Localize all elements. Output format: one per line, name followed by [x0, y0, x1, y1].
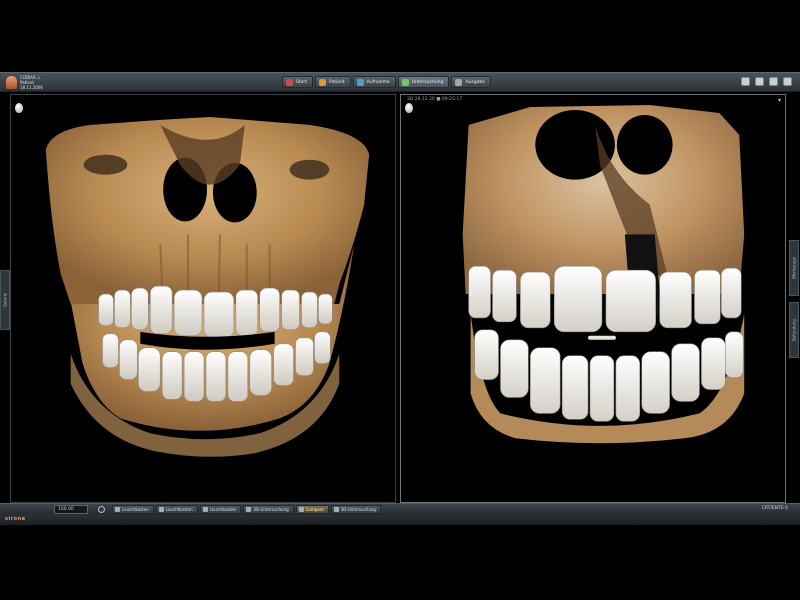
viewport-caption: 3D 26.12.20 ■ 09:25:17 [407, 97, 463, 102]
zoom-field[interactable]: 100.00 [54, 505, 88, 514]
print-icon[interactable] [755, 77, 764, 86]
patient-avatar [6, 76, 17, 89]
orientation-icon[interactable] [405, 103, 413, 113]
examine-icon [401, 78, 409, 86]
task-3d-untersuchung-1[interactable]: 3D-Untersuchung [243, 505, 294, 514]
patient-icon [319, 78, 326, 86]
output-icon [455, 78, 463, 86]
volume-icon [333, 507, 339, 512]
brand-logo: sirona [5, 516, 26, 522]
footer-strip: sirona [0, 515, 800, 525]
application-window: CODIAX, L Patient 18.11.2006 Start Patie… [0, 0, 800, 600]
viewport-frontal-3d[interactable] [10, 94, 396, 503]
reset-view-icon[interactable] [98, 506, 105, 513]
task-compare[interactable]: Compare [295, 505, 329, 514]
bottom-taskbar: 100.00 Leuchtkasten Leuchtkasten Leuchtk… [0, 503, 800, 515]
panel-menu-icon[interactable]: ▾ [778, 97, 781, 104]
tab-ausgabe[interactable]: Ausgabe [451, 76, 491, 88]
lightbox-icon [202, 507, 208, 512]
orientation-icon[interactable] [15, 103, 23, 113]
tab-start[interactable]: Start [282, 76, 313, 88]
tab-aufnahme[interactable]: Aufnahme [352, 76, 396, 88]
patient-date: 18.11.2006 [20, 85, 43, 90]
capture-icon [356, 78, 364, 86]
settings-icon[interactable] [769, 77, 778, 86]
skull-frontal-render[interactable] [11, 95, 395, 502]
window-tools [741, 77, 792, 86]
tab-untersuchung[interactable]: Untersuchung [397, 76, 450, 88]
lightbox-icon [115, 507, 120, 512]
home-icon [286, 78, 293, 86]
top-toolbar: CODIAX, L Patient 18.11.2006 Start Patie… [0, 72, 800, 92]
tools-side-tab[interactable]: Werkzeuge [789, 240, 799, 296]
tab-patient[interactable]: Patient [315, 76, 351, 88]
dentition-oblique-render[interactable] [401, 95, 785, 502]
volume-icon [246, 507, 252, 512]
lightbox-icon [158, 507, 164, 512]
open-tasks: Leuchtkasten Leuchtkasten Leuchtkasten 3… [112, 505, 381, 514]
task-leuchtkasten-1[interactable]: Leuchtkasten [112, 505, 154, 514]
findings-side-tab[interactable]: Befundung [789, 302, 799, 358]
gallery-side-tab[interactable]: Galerie [0, 270, 10, 330]
status-counter: CRT/ENTE 6 [761, 506, 788, 511]
task-leuchtkasten-2[interactable]: Leuchtkasten [155, 505, 198, 514]
task-3d-untersuchung-2[interactable]: 3D-Untersuchung [330, 505, 381, 514]
compare-icon [298, 507, 304, 512]
notes-icon[interactable] [741, 77, 750, 86]
help-icon[interactable] [783, 77, 792, 86]
patient-info[interactable]: CODIAX, L Patient 18.11.2006 [6, 75, 43, 90]
viewport-oblique-3d[interactable]: 3D 26.12.20 ■ 09:25:17 ▾ [400, 94, 786, 503]
task-leuchtkasten-3[interactable]: Leuchtkasten [199, 505, 242, 514]
workflow-tabs: Start Patient Aufnahme Untersuchung Ausg… [282, 76, 491, 88]
